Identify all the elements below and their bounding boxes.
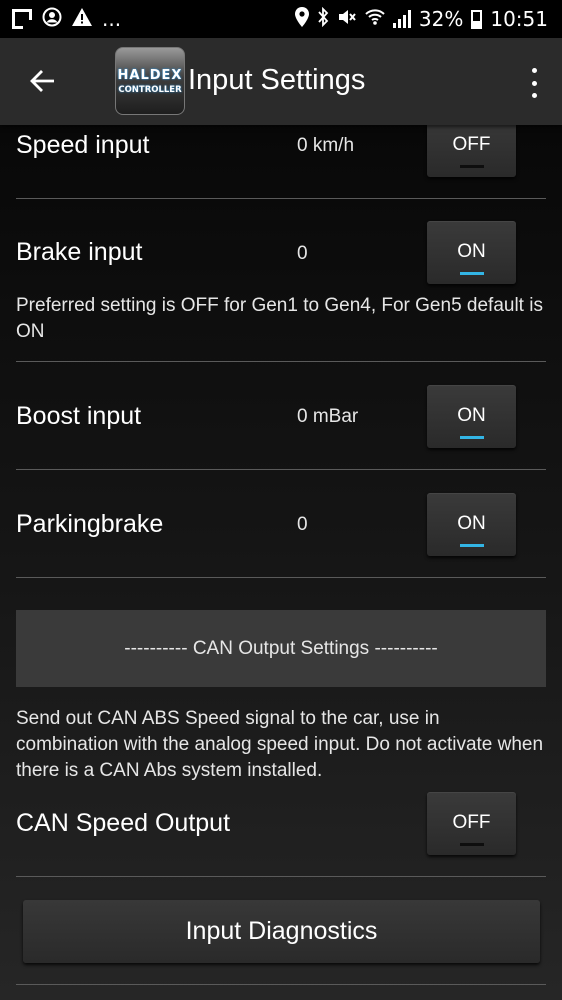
app-bar: HALDEX CONTROLLER Input Settings	[0, 38, 562, 125]
input-diagnostics-button[interactable]: Input Diagnostics	[23, 900, 540, 963]
more-notifications-dots: ...	[102, 7, 122, 31]
brake-input-toggle[interactable]: ON	[427, 221, 516, 284]
toggle-indicator	[460, 272, 484, 275]
bluetooth-icon	[317, 6, 329, 31]
divider	[16, 469, 546, 470]
page-title: Input Settings	[188, 64, 366, 96]
can-speed-description: Send out CAN ABS Speed signal to the car…	[16, 708, 544, 781]
status-bar: ... 32% 10:51	[0, 0, 562, 38]
parkingbrake-toggle[interactable]: ON	[427, 493, 516, 556]
can-speed-output-toggle[interactable]: OFF	[427, 792, 516, 855]
clock: 10:51	[490, 7, 548, 31]
location-icon	[294, 7, 309, 31]
speed-input-toggle[interactable]: OFF	[427, 125, 516, 177]
overflow-menu-icon[interactable]	[528, 68, 540, 98]
status-bar-right: 32% 10:51	[294, 6, 548, 31]
parkingbrake-label: Parkingbrake	[16, 510, 164, 538]
toggle-indicator	[460, 165, 484, 168]
speed-input-label: Speed input	[16, 131, 150, 159]
can-output-settings-header: ---------- CAN Output Settings ---------…	[16, 610, 546, 687]
brake-input-label: Brake input	[16, 238, 143, 266]
parkingbrake-toggle-label: ON	[457, 513, 486, 534]
speed-input-value: 0 km/h	[297, 135, 355, 156]
divider	[16, 984, 546, 985]
brake-input-value: 0	[297, 243, 308, 264]
can-speed-output-toggle-label: OFF	[452, 812, 491, 833]
logo-text-top: HALDEX	[117, 67, 183, 83]
haldex-controller-logo: HALDEX CONTROLLER	[115, 47, 185, 115]
divider	[16, 876, 546, 877]
can-output-settings-title: ---------- CAN Output Settings ---------…	[124, 637, 438, 659]
status-bar-left: ...	[12, 7, 121, 31]
account-circle-icon	[42, 7, 62, 31]
logo-text-bottom: CONTROLLER	[118, 84, 182, 95]
divider	[16, 198, 546, 199]
boost-input-toggle-label: ON	[457, 405, 486, 426]
back-arrow-icon[interactable]	[20, 58, 66, 104]
settings-list[interactable]: Speed input 0 km/h OFF Brake input 0 ON …	[0, 125, 562, 1000]
battery-icon	[471, 9, 483, 29]
can-speed-output-label: CAN Speed Output	[16, 809, 231, 837]
input-diagnostics-label: Input Diagnostics	[185, 917, 378, 945]
boost-input-value: 0 mBar	[297, 406, 359, 427]
cell-signal-icon	[392, 10, 411, 28]
battery-percent: 32%	[418, 7, 464, 31]
toggle-indicator	[460, 544, 484, 547]
toggle-indicator	[460, 843, 484, 846]
brake-input-toggle-label: ON	[457, 241, 486, 262]
flipboard-icon	[12, 9, 32, 29]
wifi-icon	[365, 8, 385, 30]
boost-input-toggle[interactable]: ON	[427, 385, 516, 448]
warning-icon	[72, 8, 92, 30]
toggle-indicator	[460, 436, 484, 439]
mute-icon	[337, 7, 357, 31]
divider	[16, 361, 546, 362]
brake-input-hint: Preferred setting is OFF for Gen1 to Gen…	[16, 295, 543, 342]
divider	[16, 577, 546, 578]
parkingbrake-value: 0	[297, 514, 308, 535]
boost-input-label: Boost input	[16, 402, 142, 430]
speed-input-toggle-label: OFF	[452, 134, 491, 155]
